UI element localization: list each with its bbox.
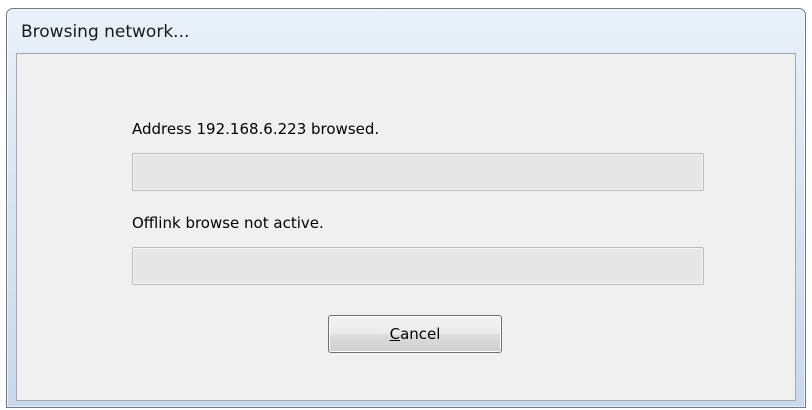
title-bar[interactable]: Browsing network... — [7, 9, 805, 53]
cancel-button[interactable]: Cancel — [328, 315, 502, 353]
window-title: Browsing network... — [21, 22, 190, 42]
offlink-status-label: Offlink browse not active. — [132, 214, 324, 232]
address-browse-progress-bar — [132, 153, 704, 191]
offlink-browse-progress-bar — [132, 247, 704, 285]
cancel-accelerator: C — [389, 325, 401, 343]
dialog-body: Address 192.168.6.223 browsed. Offlink b… — [16, 53, 796, 401]
cancel-label-rest: ancel — [400, 325, 441, 343]
browsing-network-dialog: Browsing network... Address 192.168.6.22… — [6, 8, 806, 408]
address-status-label: Address 192.168.6.223 browsed. — [132, 120, 380, 138]
